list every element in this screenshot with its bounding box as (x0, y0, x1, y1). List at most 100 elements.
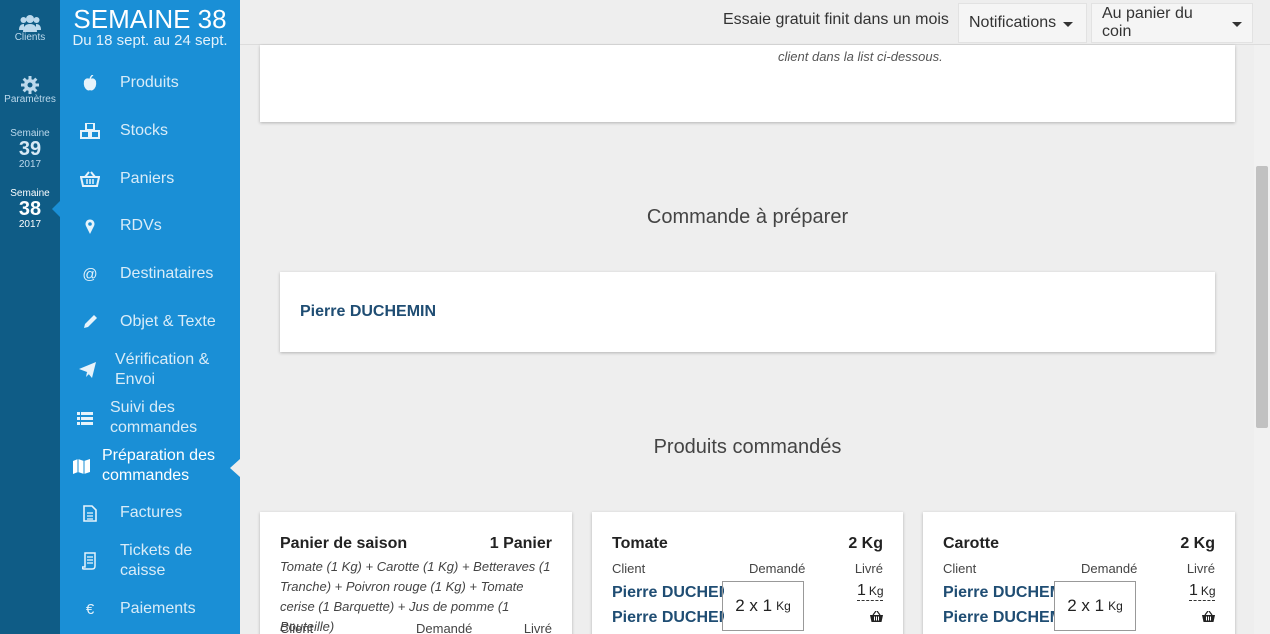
sidebar-item-label: Destinataires (120, 265, 214, 282)
card-header: Carotte 2 Kg (943, 535, 1215, 553)
rail-params-label: Paramètres (4, 94, 56, 105)
product-card: Carotte 2 Kg Client Demandé Livré Pierre… (923, 512, 1235, 634)
client-name[interactable]: Pierre DUCHEMIN (943, 584, 1055, 602)
delivered-qty-value: 1 (1189, 582, 1198, 599)
card-header: Tomate 2 Kg (612, 535, 883, 553)
client-name[interactable]: Pierre DUCHEMIN (612, 584, 724, 602)
at-icon: @ (82, 265, 98, 283)
products-section-title: Produits commandés (653, 436, 842, 458)
col-requested: Demandé (749, 561, 806, 576)
map-marker-icon (60, 218, 120, 234)
sidebar-item-label: Paiements (120, 600, 196, 617)
client-name[interactable]: Pierre DUCHEMIN (612, 609, 724, 627)
delivered-quantity[interactable]: 1 Kg (1189, 582, 1216, 601)
requested-qty-value: 2 x 1 (735, 596, 773, 615)
account-dropdown[interactable]: Au panier du coin (1091, 3, 1253, 43)
rail-params[interactable]: Paramètres (0, 76, 60, 105)
basket-icon (60, 171, 120, 187)
delivered-qty-value: 1 (857, 582, 866, 599)
apple-icon (60, 75, 120, 91)
active-item-pointer (230, 459, 240, 477)
delivered-qty-unit: Kg (1200, 584, 1216, 598)
product-name: Carotte (943, 535, 1000, 552)
map-icon (60, 458, 102, 474)
sidebar-item-label: Vérification & Envoi (115, 351, 210, 388)
sidebar-item-label: Préparation des commandes (102, 447, 215, 484)
order-panel[interactable]: Pierre DUCHEMIN (280, 272, 1215, 352)
paper-plane-icon (60, 362, 115, 378)
week-number: 38 (18, 198, 42, 220)
sidebar-item-produits[interactable]: Produits (60, 73, 240, 93)
delivered-qty-unit: Kg (868, 584, 884, 598)
product-total: 2 Kg (1180, 535, 1215, 552)
col-client: Client (943, 561, 977, 576)
intro-text: client dans la list ci-dessous. (778, 49, 943, 64)
col-requested: Demandé (1081, 561, 1138, 576)
trial-notice: Essaie gratuit finit dans un mois (723, 11, 949, 28)
week-year: 2017 (18, 159, 42, 170)
sidebar-menu: SEMAINE 38 Du 18 sept. au 24 sept. Produ… (60, 0, 240, 634)
product-card: Panier de saison 1 Panier Tomate (1 Kg) … (260, 512, 572, 634)
sidebar-item-tickets-caisse[interactable]: Tickets de caisse (60, 541, 240, 581)
week-title: SEMAINE 38 (73, 4, 227, 34)
notifications-dropdown[interactable]: Notifications (958, 3, 1087, 43)
sidebar-item-paniers[interactable]: Paniers (60, 169, 240, 189)
sidebar-item-rdvs[interactable]: RDVs (60, 216, 240, 236)
file-icon (60, 504, 120, 522)
rail-week-39[interactable]: Semaine 39 2017 (0, 128, 60, 170)
basket-icon[interactable] (1202, 611, 1215, 622)
intro-panel: client dans la list ci-dessous. (260, 45, 1235, 122)
users-icon (19, 15, 41, 32)
rail-clients[interactable]: Clients (0, 14, 60, 43)
notifications-label: Notifications (969, 14, 1057, 31)
euro-icon: € (85, 600, 95, 618)
rail-clients-label: Clients (14, 32, 46, 43)
col-delivered: Livré (523, 621, 552, 634)
sidebar-item-stocks[interactable]: Stocks (60, 121, 240, 141)
col-delivered: Livré (854, 561, 883, 576)
sidebar-item-label: Tickets de caisse (120, 542, 193, 579)
sidebar-item-label: Stocks (120, 122, 169, 139)
requested-quantity: 2 x 1 Kg (722, 581, 804, 631)
sidebar-item-preparation-commandes[interactable]: Préparation des commandes (60, 446, 240, 486)
delivered-quantity[interactable]: 1 Kg (857, 582, 884, 601)
client-name[interactable]: Pierre DUCHEMIN (943, 609, 1055, 627)
sidebar-item-objet-texte[interactable]: Objet & Texte (60, 312, 240, 332)
left-rail: Clients Paramètres Semaine 39 2017 Semai… (0, 0, 60, 634)
receipt-icon (60, 552, 120, 570)
sidebar-item-verification-envoi[interactable]: Vérification & Envoi (60, 350, 240, 390)
sidebar-item-factures[interactable]: Factures (60, 503, 240, 523)
pencil-icon (60, 314, 120, 330)
col-client: Client (612, 561, 646, 576)
week-year: 2017 (18, 219, 42, 230)
col-client: Client (280, 621, 314, 634)
product-total: 2 Kg (848, 535, 883, 552)
product-total: 1 Panier (489, 535, 552, 552)
product-name: Tomate (612, 535, 668, 552)
sidebar-item-label: Paniers (120, 170, 175, 187)
list-icon (60, 411, 110, 425)
sidebar-item-paiements[interactable]: € Paiements (60, 599, 240, 619)
sidebar-item-suivi-commandes[interactable]: Suivi des commandes (60, 398, 240, 438)
product-name: Panier de saison (280, 535, 408, 552)
account-label: Au panier du coin (1102, 5, 1193, 40)
basket-icon[interactable] (870, 611, 883, 622)
col-requested: Demandé (416, 621, 473, 634)
requested-qty-value: 2 x 1 (1067, 596, 1105, 615)
scrollbar-thumb[interactable] (1256, 166, 1268, 428)
week-range: Du 18 sept. au 24 sept. (72, 32, 228, 49)
order-client-name[interactable]: Pierre DUCHEMIN (300, 303, 436, 321)
requested-quantity: 2 x 1 Kg (1054, 581, 1136, 631)
chevron-down-icon (1063, 21, 1074, 27)
active-week-pointer (52, 201, 60, 217)
sidebar-item-label: Produits (120, 74, 179, 91)
card-header: Panier de saison 1 Panier (280, 535, 552, 553)
chevron-down-icon (1232, 21, 1242, 27)
col-delivered: Livré (1186, 561, 1215, 576)
rail-week-38[interactable]: Semaine 38 2017 (0, 188, 60, 230)
sidebar-item-destinataires[interactable]: @ Destinataires (60, 264, 240, 284)
cubes-icon (60, 123, 120, 139)
sidebar-item-label: Factures (120, 504, 183, 521)
sidebar-item-label: Suivi des commandes (110, 399, 198, 436)
product-card: Tomate 2 Kg Client Demandé Livré Pierre … (592, 512, 903, 634)
